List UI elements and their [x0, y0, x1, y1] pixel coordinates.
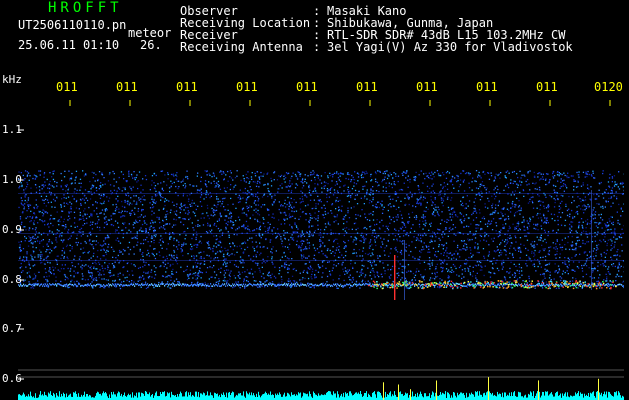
- time-tick-label: 011: [536, 80, 558, 94]
- app-brand-title: HROFFT: [48, 0, 123, 16]
- spectrogram-noise: [18, 170, 624, 290]
- time-tick-label: 011: [416, 80, 438, 94]
- time-tick-label: 011: [56, 80, 78, 94]
- capture-datetime: 25.06.11 01:10: [18, 38, 120, 52]
- time-tick-label: 011: [296, 80, 318, 94]
- frequency-unit-label: kHz: [2, 73, 22, 86]
- time-tick-label: 011: [236, 80, 258, 94]
- time-tick-label: 011: [176, 80, 198, 94]
- antenna-separator: :: [313, 40, 321, 54]
- time-tick-label: 011: [356, 80, 378, 94]
- spectrogram-baseline: [18, 369, 624, 400]
- time-tick-label: 011: [116, 80, 138, 94]
- time-tick-label: 0120: [594, 80, 623, 94]
- plot-tick-marks: [18, 100, 611, 380]
- antenna-value: 3el Yagi(V) Az 330 for Vladivostok: [327, 40, 573, 54]
- spectrogram-plot: [18, 100, 624, 400]
- file-name: UT2506110110.pn: [18, 18, 127, 32]
- time-tick-label: 011: [476, 80, 498, 94]
- antenna-label: Receiving Antenna: [180, 40, 303, 54]
- meteor-count: 26.: [140, 38, 162, 52]
